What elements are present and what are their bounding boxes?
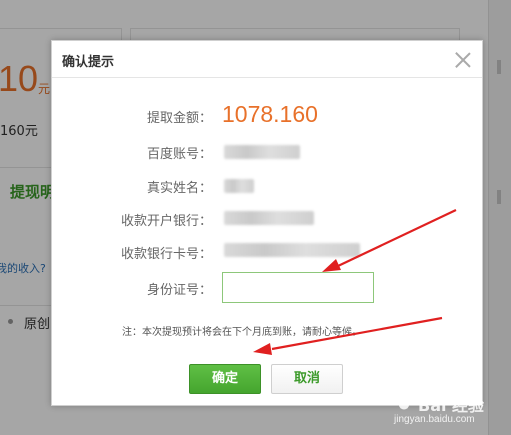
watermark-title: Bai 经验 xyxy=(418,396,485,415)
bank-label: 收款开户银行： xyxy=(120,214,212,229)
close-icon[interactable] xyxy=(454,51,472,69)
confirm-button[interactable]: 确定 xyxy=(189,364,261,394)
dialog-title: 确认提示 xyxy=(62,55,115,70)
card-number-value-redacted xyxy=(224,243,360,257)
real-name-value-redacted xyxy=(224,179,254,193)
dialog-header: 确认提示 xyxy=(52,41,482,78)
amount-value: 1078.160 xyxy=(222,101,318,127)
baidu-account-value-redacted xyxy=(224,145,300,159)
amount-label: 提取金额： xyxy=(146,111,212,126)
card-number-label: 收款银行卡号： xyxy=(120,247,212,262)
note-text: 注：本次提现预计将会在下个月底到账，请耐心等候。 xyxy=(122,327,362,338)
real-name-label: 真实姓名： xyxy=(146,181,212,196)
id-number-input[interactable] xyxy=(222,272,374,303)
paw-icon xyxy=(396,394,412,410)
confirm-dialog: 确认提示 提取金额： 1078.160 百度账号： 真实姓名： 收款开户银行： … xyxy=(51,40,483,406)
baidu-jingyan-watermark: Bai 经验 jingyan.baidu.com xyxy=(380,388,510,432)
cancel-button[interactable]: 取消 xyxy=(271,364,343,394)
watermark-url: jingyan.baidu.com xyxy=(394,414,475,425)
baidu-account-label: 百度账号： xyxy=(146,147,212,162)
bank-value-redacted xyxy=(224,211,314,225)
id-number-label: 身份证号： xyxy=(146,283,212,298)
